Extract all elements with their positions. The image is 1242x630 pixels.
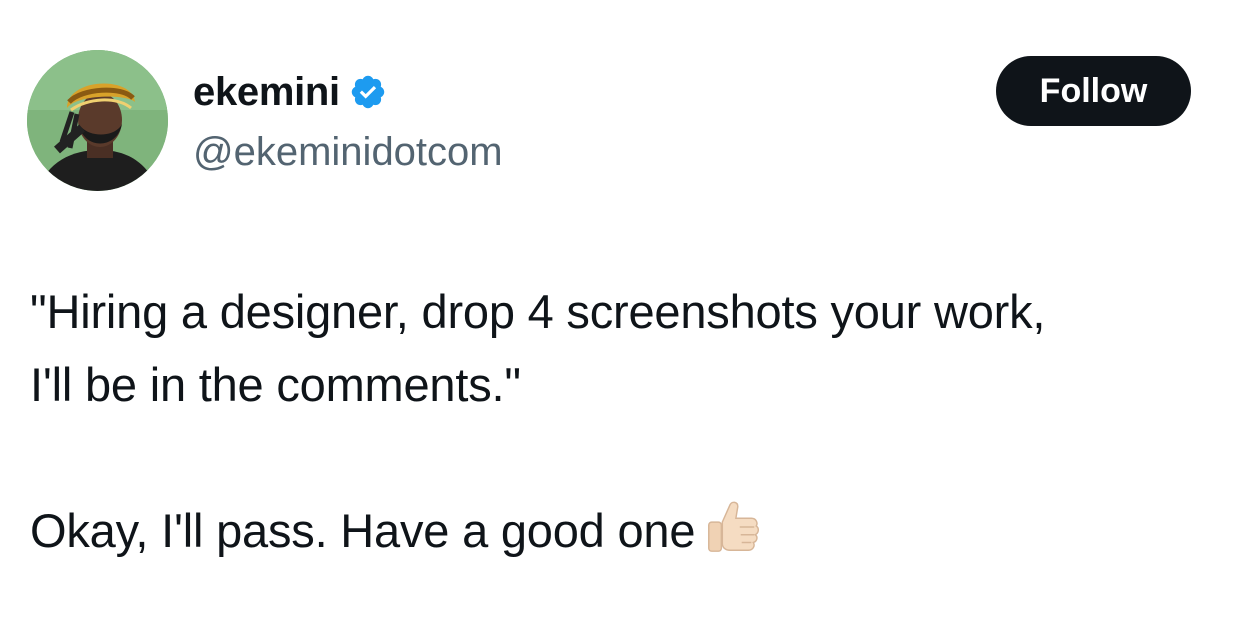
thumbs-up-icon [708, 501, 760, 552]
display-name[interactable]: ekemini [193, 64, 340, 120]
author-handle[interactable]: @ekeminidotcom [193, 124, 503, 180]
author-name-row: ekemini [193, 64, 387, 120]
tweet-closing-line: Okay, I'll pass. Have a good one [30, 494, 1230, 567]
follow-button[interactable]: Follow [996, 56, 1191, 126]
tweet-card: ekemini @ekeminidotcom Follow "Hiring a … [0, 0, 1242, 630]
tweet-line: "Hiring a designer, drop 4 screenshots y… [30, 285, 1046, 338]
verified-badge-icon[interactable] [349, 73, 387, 111]
tweet-text: "Hiring a designer, drop 4 screenshots y… [30, 275, 1230, 567]
avatar[interactable] [27, 50, 168, 191]
profile-photo [27, 50, 168, 191]
tweet-line: I'll be in the comments." [30, 358, 521, 411]
tweet-closing-text: Okay, I'll pass. Have a good one [30, 504, 696, 557]
